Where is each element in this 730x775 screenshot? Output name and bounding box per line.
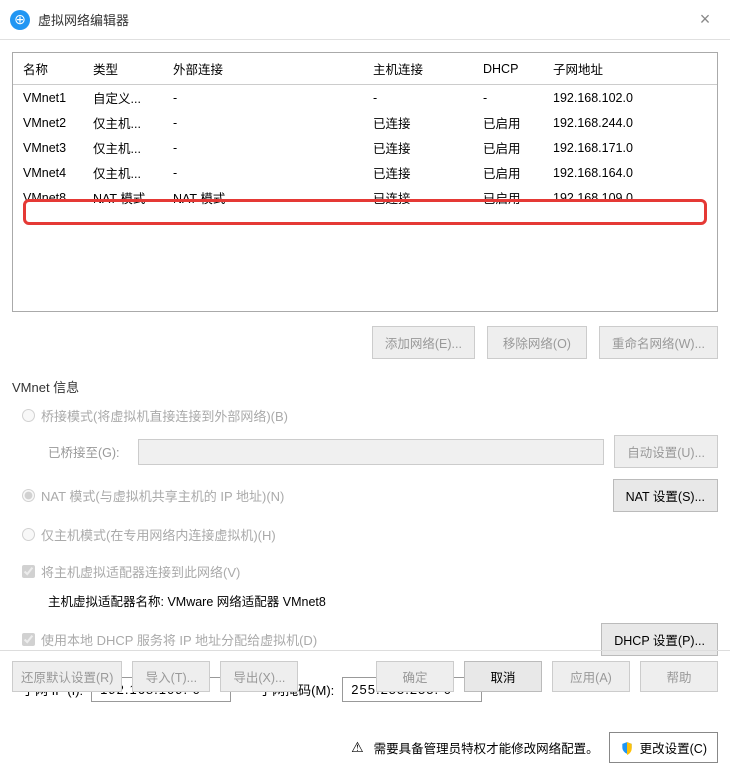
nat-radio [22, 489, 35, 502]
table-cell: 192.168.164.0 [543, 160, 717, 185]
import-button[interactable]: 导入(T)... [132, 661, 210, 692]
app-icon [10, 10, 30, 30]
table-cell: VMnet2 [13, 110, 83, 135]
column-header[interactable]: 名称 [13, 53, 83, 85]
bridge-label: 桥接模式(将虚拟机直接连接到外部网络)(B) [41, 406, 288, 425]
dhcp-checkbox [22, 633, 35, 646]
table-row[interactable]: VMnet1自定义...---192.168.102.0 [13, 85, 717, 111]
bridge-to-select [138, 439, 604, 465]
host-adapter-checkbox [22, 565, 35, 578]
table-cell: - [473, 85, 543, 111]
table-row[interactable]: VMnet4仅主机...-已连接已启用192.168.164.0 [13, 160, 717, 185]
table-cell: 已启用 [473, 135, 543, 160]
nat-label: NAT 模式(与虚拟机共享主机的 IP 地址)(N) [41, 486, 284, 505]
table-cell: NAT 模式 [163, 185, 363, 210]
dhcp-label: 使用本地 DHCP 服务将 IP 地址分配给虚拟机(D) [41, 630, 317, 649]
table-cell: NAT 模式 [83, 185, 163, 210]
hostonly-radio [22, 528, 35, 541]
close-icon[interactable]: × [690, 5, 720, 35]
table-row[interactable]: VMnet2仅主机...-已连接已启用192.168.244.0 [13, 110, 717, 135]
table-cell: 已连接 [363, 135, 473, 160]
table-cell: - [163, 110, 363, 135]
table-row[interactable]: VMnet3仅主机...-已连接已启用192.168.171.0 [13, 135, 717, 160]
table-cell: 仅主机... [83, 110, 163, 135]
help-button[interactable]: 帮助 [640, 661, 718, 692]
add-network-button[interactable]: 添加网络(E)... [372, 326, 475, 359]
column-header[interactable]: 子网地址 [543, 53, 717, 85]
table-cell: 192.168.244.0 [543, 110, 717, 135]
table-cell: - [163, 135, 363, 160]
hostonly-label: 仅主机模式(在专用网络内连接虚拟机)(H) [41, 525, 276, 544]
bridge-radio [22, 409, 35, 422]
table-cell: VMnet4 [13, 160, 83, 185]
column-header[interactable]: 主机连接 [363, 53, 473, 85]
auto-settings-button[interactable]: 自动设置(U)... [614, 435, 718, 468]
table-cell: - [163, 160, 363, 185]
table-cell: VMnet1 [13, 85, 83, 111]
table-cell: 已启用 [473, 110, 543, 135]
ok-button[interactable]: 确定 [376, 661, 454, 692]
adapter-name-label: 主机虚拟适配器名称: VMware 网络适配器 VMnet8 [48, 591, 718, 610]
host-adapter-label: 将主机虚拟适配器连接到此网络(V) [41, 562, 240, 581]
warning-text: 需要具备管理员特权才能修改网络配置。 [374, 738, 599, 757]
column-header[interactable]: 外部连接 [163, 53, 363, 85]
table-cell: 已连接 [363, 160, 473, 185]
restore-defaults-button[interactable]: 还原默认设置(R) [12, 661, 122, 692]
window-title: 虚拟网络编辑器 [38, 10, 690, 29]
table-cell: - [163, 85, 363, 111]
vmnet-info-title: VMnet 信息 [12, 377, 718, 396]
change-settings-button[interactable]: 更改设置(C) [609, 732, 718, 763]
table-cell: 已启用 [473, 185, 543, 210]
table-cell: VMnet3 [13, 135, 83, 160]
table-cell: 已连接 [363, 110, 473, 135]
warning-icon: ⚠ [351, 739, 364, 756]
table-cell: 仅主机... [83, 135, 163, 160]
table-cell: 192.168.109.0 [543, 185, 717, 210]
nat-settings-button[interactable]: NAT 设置(S)... [613, 479, 718, 512]
apply-button[interactable]: 应用(A) [552, 661, 630, 692]
table-cell: - [363, 85, 473, 111]
table-cell: 192.168.171.0 [543, 135, 717, 160]
table-row[interactable]: VMnet8NAT 模式NAT 模式已连接已启用192.168.109.0 [13, 185, 717, 210]
column-header[interactable]: 类型 [83, 53, 163, 85]
export-button[interactable]: 导出(X)... [220, 661, 298, 692]
table-cell: 192.168.102.0 [543, 85, 717, 111]
table-cell: 仅主机... [83, 160, 163, 185]
table-cell: 已启用 [473, 160, 543, 185]
rename-network-button[interactable]: 重命名网络(W)... [599, 326, 718, 359]
table-cell: 已连接 [363, 185, 473, 210]
bridge-to-label: 已桥接至(G): [48, 442, 128, 461]
remove-network-button[interactable]: 移除网络(O) [487, 326, 587, 359]
network-table[interactable]: 名称类型外部连接主机连接DHCP子网地址 VMnet1自定义...---192.… [12, 52, 718, 312]
table-cell: 自定义... [83, 85, 163, 111]
column-header[interactable]: DHCP [473, 53, 543, 85]
table-cell: VMnet8 [13, 185, 83, 210]
shield-icon [620, 741, 634, 755]
cancel-button[interactable]: 取消 [464, 661, 542, 692]
